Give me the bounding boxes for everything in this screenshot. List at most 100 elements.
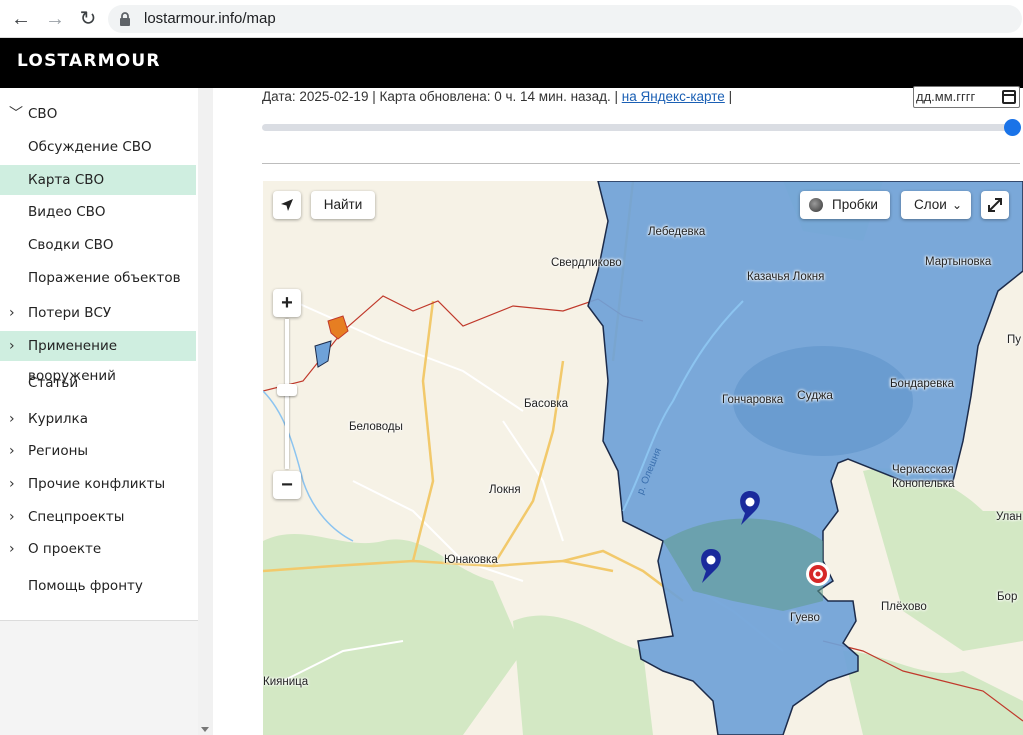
sidebar-item-label: Регионы xyxy=(28,443,89,459)
sidebar-menu: ﹀ СВО Обсуждение СВО Карта СВО Видео СВО… xyxy=(0,88,198,620)
sidebar-item-other-conflicts[interactable]: › Прочие конфликты xyxy=(0,469,196,499)
reload-icon[interactable]: ↻ xyxy=(75,6,101,32)
place-label: Басовка xyxy=(524,398,569,410)
sidebar: ﹀ СВО Обсуждение СВО Карта СВО Видео СВО… xyxy=(0,88,213,735)
map-view[interactable]: Лебедевка Свердликово Казачья Локня Март… xyxy=(263,181,1023,735)
forward-icon[interactable]: → xyxy=(42,6,68,32)
chevron-right-icon: › xyxy=(9,509,15,525)
sidebar-item-label: Помощь фронту xyxy=(28,578,143,594)
date-slider-track[interactable] xyxy=(262,124,1012,131)
sidebar-item-label: СВО xyxy=(28,106,58,122)
fullscreen-button[interactable] xyxy=(981,191,1009,219)
expand-icon xyxy=(988,198,1002,212)
zoom-slider-thumb[interactable] xyxy=(277,384,297,396)
sidebar-item-video[interactable]: Видео СВО xyxy=(0,197,196,227)
map-canvas xyxy=(263,181,1023,735)
date-input[interactable]: дд.мм.гггг xyxy=(913,86,1020,108)
sidebar-item-losses[interactable]: › Потери ВСУ xyxy=(0,298,196,328)
navigation-arrow-icon xyxy=(281,199,293,211)
chevron-right-icon: › xyxy=(9,338,15,354)
place-label: Лебедевка xyxy=(648,226,706,238)
place-label: Локня xyxy=(489,484,521,496)
traffic-icon xyxy=(809,198,823,212)
lock-icon xyxy=(120,12,130,26)
traffic-button[interactable]: Пробки xyxy=(800,191,890,219)
place-label: Конопелька xyxy=(892,478,955,490)
map-date-status: Дата: 2025-02-19 | Карта обновлена: 0 ч.… xyxy=(262,89,622,104)
sidebar-item-summaries[interactable]: Сводки СВО xyxy=(0,230,196,260)
date-slider-thumb[interactable] xyxy=(1004,119,1021,136)
target-marker[interactable] xyxy=(806,562,830,586)
sidebar-scrollbar[interactable] xyxy=(198,88,213,735)
sidebar-item-about[interactable]: › О проекте xyxy=(0,534,196,564)
place-label: Черкасская xyxy=(892,464,954,476)
sidebar-footer xyxy=(0,620,198,735)
sidebar-item-label: Потери ВСУ xyxy=(28,305,112,321)
url-text: lostarmour.info/map xyxy=(144,10,276,27)
zoom-in-button[interactable]: + xyxy=(273,289,301,317)
calendar-icon[interactable] xyxy=(1002,90,1016,104)
traffic-label: Пробки xyxy=(832,197,878,212)
address-bar[interactable]: lostarmour.info/map xyxy=(108,5,1022,33)
chevron-right-icon: › xyxy=(9,411,15,427)
map-info-line: Дата: 2025-02-19 | Карта обновлена: 0 ч.… xyxy=(262,88,732,106)
sidebar-item-strikes[interactable]: Поражение объектов xyxy=(0,263,196,293)
place-label: Пу xyxy=(1007,334,1022,346)
sidebar-item-label: Спецпроекты xyxy=(28,509,125,525)
sidebar-item-regions[interactable]: › Регионы xyxy=(0,436,196,466)
place-label: Свердликово xyxy=(551,257,622,269)
sidebar-item-label: Курилка xyxy=(28,411,88,427)
zoom-out-button[interactable]: − xyxy=(273,471,301,499)
chevron-right-icon: › xyxy=(9,305,15,321)
divider xyxy=(262,163,1020,164)
occupied-patch xyxy=(314,340,332,368)
sidebar-item-smoking-room[interactable]: › Курилка xyxy=(0,404,196,434)
sidebar-item-special-projects[interactable]: › Спецпроекты xyxy=(0,502,196,532)
geolocation-button[interactable] xyxy=(273,191,301,219)
sidebar-item-label: Прочие конфликты xyxy=(28,476,166,492)
site-logo[interactable]: LOSTARMOUR xyxy=(17,51,161,71)
back-icon[interactable]: ← xyxy=(8,6,34,32)
yandex-map-link[interactable]: на Яндекс-карте xyxy=(622,89,725,104)
place-label: Кияница xyxy=(263,676,309,688)
place-label: Гончаровка xyxy=(722,394,784,406)
place-label: Казачья Локня xyxy=(747,271,825,283)
chevron-right-icon: › xyxy=(9,443,15,459)
chevron-down-icon: ﹀ xyxy=(9,106,23,122)
layers-button[interactable]: Слои ⌄ xyxy=(901,191,971,219)
site-header: LOSTARMOUR xyxy=(0,38,1023,88)
place-label: Суджа xyxy=(797,388,833,402)
find-button[interactable]: Найти xyxy=(311,191,375,219)
layers-label: Слои xyxy=(914,197,947,212)
chevron-down-icon: ⌄ xyxy=(951,198,962,212)
contested-area xyxy=(327,315,349,340)
sidebar-item-label: Статьи xyxy=(28,375,79,391)
river-west xyxy=(263,390,354,542)
sidebar-item-svo[interactable]: ﹀ СВО xyxy=(0,99,196,129)
chevron-right-icon: › xyxy=(9,476,15,492)
place-label: Мартыновка xyxy=(925,256,992,268)
sidebar-item-help[interactable]: Помощь фронту xyxy=(0,571,196,601)
sidebar-item-label: Обсуждение СВО xyxy=(28,139,152,155)
place-label: Бондаревка xyxy=(890,378,954,390)
sidebar-item-discussion[interactable]: Обсуждение СВО xyxy=(0,132,196,162)
sidebar-item-articles[interactable]: Статьи xyxy=(0,368,196,398)
sidebar-item-label: Карта СВО xyxy=(28,172,105,188)
sidebar-item-label: Поражение объектов xyxy=(28,270,181,286)
place-label: Улан xyxy=(996,511,1022,523)
place-label: Гуево xyxy=(790,612,820,624)
place-label: Бор xyxy=(997,591,1018,603)
sidebar-item-label: Сводки СВО xyxy=(28,237,114,253)
sidebar-item-weapons[interactable]: › Применение вооружений xyxy=(0,331,196,384)
sidebar-item-map[interactable]: Карта СВО xyxy=(0,165,196,195)
sidebar-item-label: О проекте xyxy=(28,541,102,557)
place-label: Беловоды xyxy=(349,421,403,433)
scroll-down-icon[interactable] xyxy=(201,727,209,732)
place-label: Юнаковка xyxy=(444,554,498,566)
date-placeholder: дд.мм.гггг xyxy=(916,89,976,104)
info-separator: | xyxy=(724,89,733,104)
browser-toolbar: ← → ↻ lostarmour.info/map xyxy=(0,0,1023,38)
state-border xyxy=(263,295,644,392)
place-label: Плёхово xyxy=(881,601,927,613)
sidebar-item-label: Видео СВО xyxy=(28,204,106,220)
